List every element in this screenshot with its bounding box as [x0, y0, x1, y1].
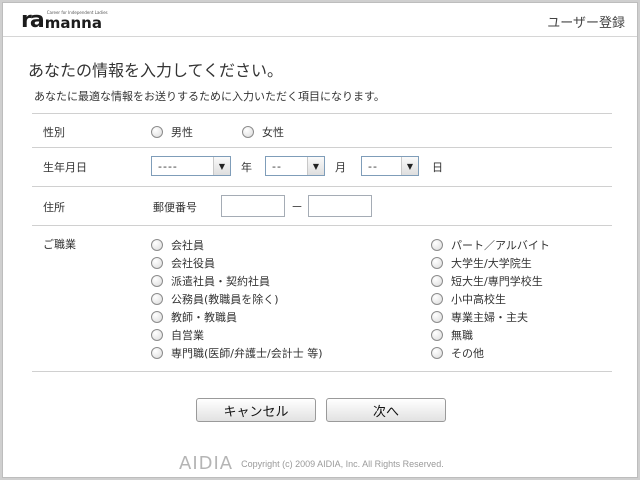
radio-button[interactable]: [151, 126, 163, 138]
divider: [32, 371, 612, 372]
chevron-down-icon[interactable]: ▼: [307, 157, 324, 175]
occupation-option[interactable]: 無職: [431, 327, 473, 343]
gender-option-female[interactable]: 女性: [242, 124, 284, 140]
address-label: 住所: [43, 201, 65, 214]
postal-code-input-1[interactable]: [221, 195, 285, 217]
occupation-option-label: 教師・教職員: [171, 311, 237, 324]
occupation-option-label: 無職: [451, 329, 473, 342]
occupation-option-label: 派遣社員・契約社員: [171, 275, 270, 288]
divider: [32, 147, 612, 148]
birth-month-value: --: [272, 159, 282, 173]
occupation-option-label: 会社役員: [171, 257, 215, 270]
app-window: ra Career for Independent Ladies manna ユ…: [2, 2, 638, 478]
radio-button[interactable]: [431, 311, 443, 323]
radio-button[interactable]: [431, 329, 443, 341]
occupation-option-label: 短大生/専門学校生: [451, 275, 543, 288]
occupation-option-label: その他: [451, 347, 484, 360]
postal-code-label: 郵便番号: [153, 201, 197, 214]
chevron-down-icon[interactable]: ▼: [213, 157, 230, 175]
occupation-option[interactable]: 公務員(教職員を除く): [151, 291, 279, 307]
occupation-option-label: 専門職(医師/弁護士/会計士 等): [171, 347, 323, 360]
cancel-button[interactable]: キャンセル: [196, 398, 316, 422]
aidia-logo: AIDIA: [179, 453, 234, 474]
radio-button[interactable]: [151, 275, 163, 287]
occupation-option[interactable]: 専業主婦・主夫: [431, 309, 528, 325]
occupation-option[interactable]: パート／アルバイト: [431, 237, 550, 253]
birth-year-value: ----: [158, 159, 178, 173]
month-unit: 月: [335, 161, 346, 174]
occupation-option[interactable]: 短大生/専門学校生: [431, 273, 543, 289]
occupation-label: ご職業: [43, 238, 76, 251]
next-button[interactable]: 次へ: [326, 398, 446, 422]
occupation-option[interactable]: 教師・教職員: [151, 309, 237, 325]
logo-tagline: Career for Independent Ladies: [46, 10, 108, 15]
occupation-option-label: 専業主婦・主夫: [451, 311, 528, 324]
chevron-down-icon[interactable]: ▼: [401, 157, 418, 175]
birth-day-select[interactable]: -- ▼: [361, 156, 419, 176]
divider: [32, 186, 612, 187]
divider: [32, 113, 612, 114]
gender-option-label: 男性: [171, 126, 193, 139]
page-subtitle: あなたに最適な情報をお送りするために入力いただく項目になります。: [34, 90, 385, 103]
occupation-option-label: 公務員(教職員を除く): [171, 293, 279, 306]
occupation-option[interactable]: 会社員: [151, 237, 204, 253]
divider: [32, 225, 612, 226]
page-title: あなたの情報を入力してください。: [28, 61, 284, 80]
radio-button[interactable]: [151, 311, 163, 323]
occupation-option-label: 会社員: [171, 239, 204, 252]
radio-button[interactable]: [151, 293, 163, 305]
radio-button[interactable]: [151, 257, 163, 269]
postal-separator: －: [291, 200, 304, 214]
birth-month-select[interactable]: -- ▼: [265, 156, 325, 176]
radio-button[interactable]: [151, 239, 163, 251]
copyright-text: Copyright (c) 2009 AIDIA, Inc. All Right…: [241, 458, 444, 469]
birthdate-label: 生年月日: [43, 161, 87, 174]
occupation-option[interactable]: 専門職(医師/弁護士/会計士 等): [151, 345, 323, 361]
radio-button[interactable]: [431, 275, 443, 287]
birth-year-select[interactable]: ---- ▼: [151, 156, 231, 176]
occupation-option-label: 大学生/大学院生: [451, 257, 532, 270]
ramanna-logo: ra Career for Independent Ladies manna: [21, 8, 108, 33]
header-title: ユーザー登録: [547, 16, 625, 31]
gender-option-male[interactable]: 男性: [151, 124, 193, 140]
radio-button[interactable]: [431, 347, 443, 359]
gender-label: 性別: [43, 126, 65, 139]
logo-name: manna: [44, 14, 102, 32]
gender-option-label: 女性: [262, 126, 284, 139]
postal-code-input-2[interactable]: [308, 195, 372, 217]
occupation-option-label: 自営業: [171, 329, 204, 342]
occupation-option[interactable]: 自営業: [151, 327, 204, 343]
header-bar: ra Career for Independent Ladies manna ユ…: [3, 3, 637, 37]
occupation-option[interactable]: 小中高校生: [431, 291, 506, 307]
occupation-option[interactable]: 派遣社員・契約社員: [151, 273, 270, 289]
day-unit: 日: [432, 161, 443, 174]
radio-button[interactable]: [431, 257, 443, 269]
radio-button[interactable]: [151, 347, 163, 359]
radio-button[interactable]: [431, 239, 443, 251]
radio-button[interactable]: [431, 293, 443, 305]
occupation-option-label: パート／アルバイト: [451, 239, 550, 252]
footer: AIDIA Copyright (c) 2009 AIDIA, Inc. All…: [179, 453, 444, 474]
occupation-option[interactable]: 大学生/大学院生: [431, 255, 532, 271]
year-unit: 年: [241, 161, 252, 174]
birth-day-value: --: [368, 159, 378, 173]
occupation-option[interactable]: 会社役員: [151, 255, 215, 271]
radio-button[interactable]: [242, 126, 254, 138]
occupation-option[interactable]: その他: [431, 345, 484, 361]
occupation-option-label: 小中高校生: [451, 293, 506, 306]
logo-mark: ra: [21, 8, 45, 33]
radio-button[interactable]: [151, 329, 163, 341]
